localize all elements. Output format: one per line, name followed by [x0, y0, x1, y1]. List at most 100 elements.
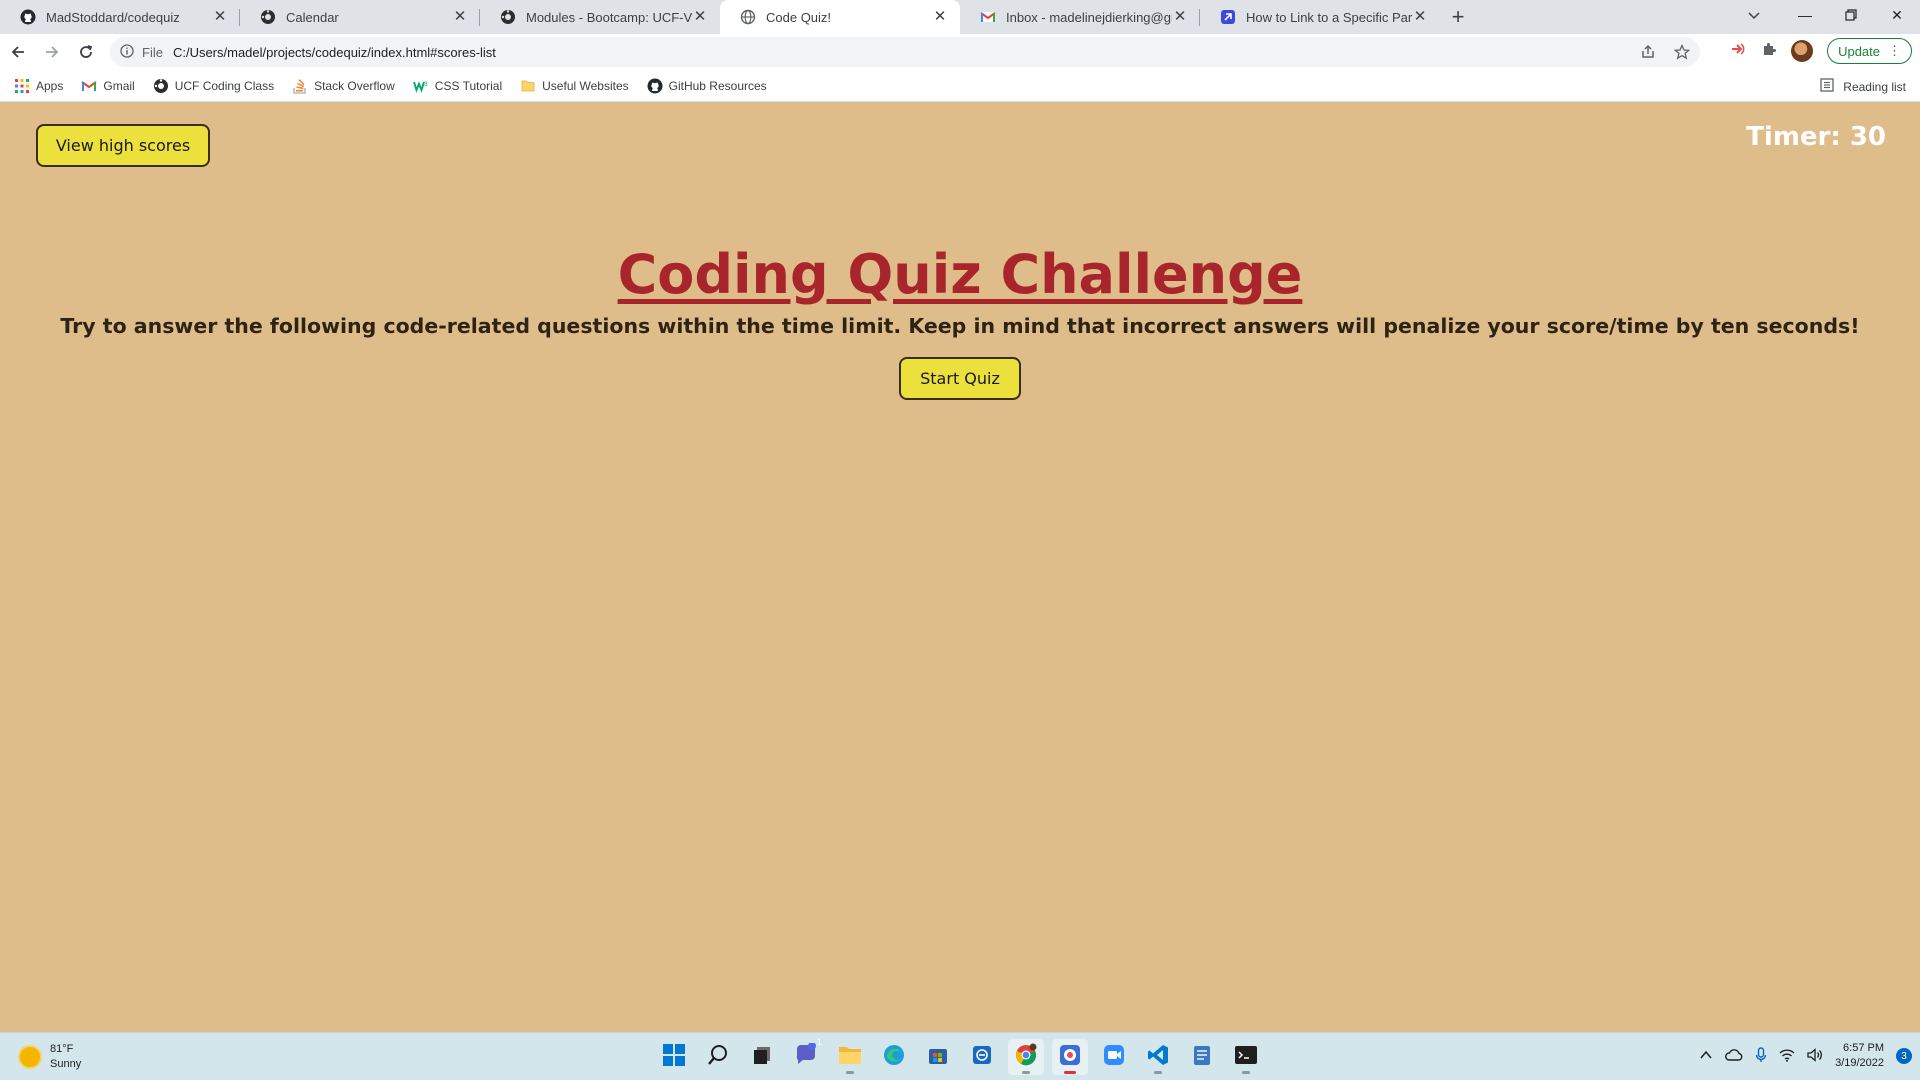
- share-icon[interactable]: [1640, 44, 1656, 63]
- tab-modules[interactable]: Modules - Bootcamp: UCF-VIRT-F ✕: [480, 0, 720, 34]
- stackoverflow-icon: [292, 78, 308, 94]
- taskbar-app-active[interactable]: [1052, 1039, 1088, 1075]
- minimize-icon[interactable]: —: [1782, 0, 1828, 30]
- running-indicator: [1022, 1071, 1030, 1074]
- tab-title: Inbox - madelinejdierking@gma: [1006, 9, 1172, 25]
- restore-icon[interactable]: [1828, 0, 1874, 30]
- weather-widget[interactable]: 81°F Sunny: [20, 1042, 81, 1072]
- taskbar-task-view[interactable]: [744, 1039, 780, 1075]
- bookmark-label: Useful Websites: [542, 78, 629, 93]
- taskbar-terminal[interactable]: [1228, 1039, 1264, 1075]
- tab-title: MadStoddard/codequiz: [46, 9, 180, 25]
- tab-search-chevron-icon[interactable]: [1734, 0, 1774, 30]
- extensions-puzzle-icon[interactable]: [1761, 41, 1777, 61]
- omnibox-actions: [1640, 43, 1691, 63]
- cloud-icon[interactable]: [1725, 1048, 1743, 1065]
- reading-list-button[interactable]: Reading list: [1819, 77, 1906, 96]
- close-icon[interactable]: ✕: [212, 9, 228, 25]
- chevron-up-icon[interactable]: [1699, 1048, 1713, 1065]
- tab-title: Modules - Bootcamp: UCF-VIRT-F: [526, 9, 692, 25]
- windows-logo-icon: [663, 1044, 685, 1070]
- edge-icon: [883, 1044, 905, 1070]
- github-icon: [20, 9, 36, 25]
- tab-how-to-link[interactable]: How to Link to a Specific Part of ✕: [1200, 0, 1440, 34]
- running-indicator: [846, 1071, 854, 1074]
- quiz-description: Try to answer the following code-related…: [60, 314, 1860, 338]
- chrome-icon: [1014, 1043, 1038, 1071]
- taskbar-edge[interactable]: [876, 1039, 912, 1075]
- bookmark-label: Stack Overflow: [314, 78, 395, 93]
- close-icon[interactable]: ✕: [452, 9, 468, 25]
- taskbar-app-blue[interactable]: [964, 1039, 1000, 1075]
- dev-icon: [1220, 9, 1236, 25]
- bookmark-github-resources[interactable]: GitHub Resources: [647, 78, 767, 94]
- github-icon: [647, 78, 663, 94]
- taskbar-chat[interactable]: 1: [788, 1037, 824, 1075]
- taskbar-chrome[interactable]: [1008, 1039, 1044, 1075]
- taskbar-store[interactable]: [920, 1039, 956, 1075]
- running-indicator: [1064, 1071, 1076, 1074]
- bookmark-stack-overflow[interactable]: Stack Overflow: [292, 78, 395, 94]
- vscode-icon: [1147, 1044, 1169, 1070]
- clock[interactable]: 6:57 PM 3/19/2022: [1835, 1041, 1884, 1071]
- bookmark-ucf-coding-class[interactable]: UCF Coding Class: [153, 78, 274, 94]
- info-icon[interactable]: [120, 43, 134, 61]
- close-icon[interactable]: ✕: [692, 9, 708, 25]
- bookmark-star-icon[interactable]: [1673, 43, 1691, 63]
- tab-code-quiz[interactable]: Code Quiz! ✕: [720, 0, 960, 34]
- svg-text:3: 3: [424, 81, 428, 88]
- page-title: Coding Quiz Challenge: [617, 243, 1303, 306]
- close-icon[interactable]: ✕: [1172, 9, 1188, 25]
- reload-icon[interactable]: [70, 36, 102, 68]
- windows-taskbar: 81°F Sunny 1 6:57 PM 3/19/2022 3: [0, 1032, 1920, 1080]
- terminal-icon: [1234, 1044, 1258, 1070]
- close-window-icon[interactable]: ✕: [1874, 0, 1920, 30]
- url-text[interactable]: C:/Users/madel/projects/codequiz/index.h…: [173, 45, 496, 60]
- folder-icon: [520, 78, 536, 94]
- taskbar-zoom[interactable]: [1096, 1039, 1132, 1075]
- weather-temp: 81°F: [50, 1043, 74, 1055]
- taskbar-vscode[interactable]: [1140, 1039, 1176, 1075]
- taskbar-notepad[interactable]: [1184, 1039, 1220, 1075]
- address-bar[interactable]: File C:/Users/madel/projects/codequiz/in…: [110, 37, 1700, 67]
- app-icon: [1058, 1043, 1082, 1071]
- profile-avatar[interactable]: [1791, 40, 1814, 62]
- bookmark-gmail[interactable]: Gmail: [81, 78, 135, 94]
- start-button[interactable]: [656, 1039, 692, 1075]
- microphone-icon[interactable]: [1755, 1046, 1767, 1066]
- notepad-icon: [1192, 1044, 1212, 1070]
- new-tab-button[interactable]: +: [1440, 0, 1476, 34]
- taskbar-search[interactable]: [700, 1039, 736, 1075]
- bookmark-apps[interactable]: Apps: [14, 78, 63, 94]
- canvas-icon: [153, 78, 169, 94]
- scheme-label: File: [142, 44, 163, 60]
- close-icon[interactable]: ✕: [1412, 9, 1428, 25]
- app-icon: [971, 1044, 993, 1070]
- update-button[interactable]: Update ⋮: [1827, 38, 1912, 64]
- extension-arrow-icon[interactable]: [1729, 40, 1747, 62]
- tab-title: Calendar: [286, 9, 339, 25]
- timer-display: Timer: 30: [1746, 122, 1886, 152]
- bookmark-useful-websites[interactable]: Useful Websites: [520, 78, 629, 94]
- bookmark-label: Apps: [36, 78, 64, 93]
- start-quiz-button[interactable]: Start Quiz: [899, 357, 1021, 400]
- taskbar-file-explorer[interactable]: [832, 1039, 868, 1075]
- forward-arrow-icon[interactable]: [36, 36, 68, 68]
- volume-icon[interactable]: [1807, 1047, 1823, 1065]
- tab-github[interactable]: MadStoddard/codequiz ✕: [0, 0, 240, 34]
- kebab-menu-icon: ⋮: [1888, 43, 1901, 58]
- view-high-scores-button[interactable]: View high scores: [36, 124, 210, 167]
- bookmark-css-tutorial[interactable]: 3 CSS Tutorial: [412, 78, 502, 94]
- gmail-icon: [980, 9, 996, 25]
- search-icon: [707, 1044, 729, 1070]
- w3schools-icon: 3: [412, 78, 429, 94]
- notification-badge[interactable]: 3: [1896, 1048, 1912, 1064]
- reading-list-icon: [1819, 77, 1835, 96]
- canvas-icon: [260, 9, 276, 25]
- gmail-icon: [81, 78, 97, 94]
- close-icon[interactable]: ✕: [932, 9, 948, 25]
- tab-inbox[interactable]: Inbox - madelinejdierking@gma ✕: [960, 0, 1200, 34]
- back-arrow-icon[interactable]: [2, 36, 34, 68]
- wifi-icon[interactable]: [1779, 1048, 1795, 1065]
- tab-calendar[interactable]: Calendar ✕: [240, 0, 480, 34]
